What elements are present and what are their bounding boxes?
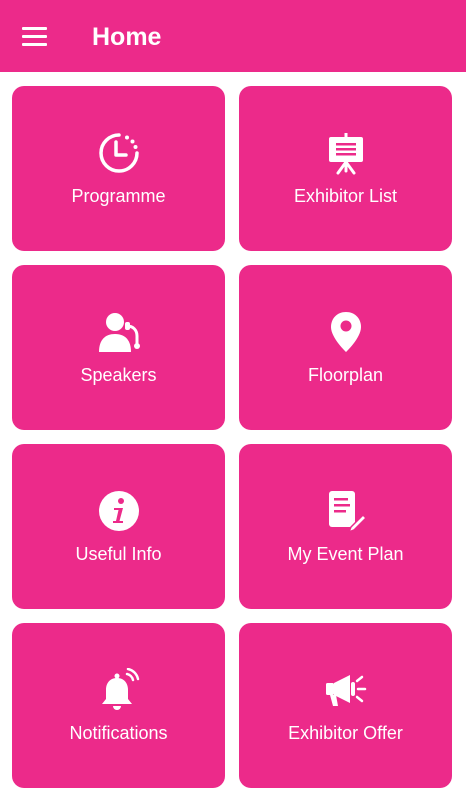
page-title: Home [92,23,162,51]
hamburger-menu-icon[interactable] [18,22,52,50]
bell-icon [97,668,141,712]
tile-useful-info[interactable]: Useful Info [12,444,225,609]
megaphone-icon [324,668,368,712]
clock-icon [97,131,141,175]
app-bar: Home [0,0,466,72]
tile-label: Useful Info [75,544,162,564]
tile-label: Exhibitor Offer [288,723,403,743]
tile-label: Programme [71,186,166,206]
tile-exhibitor-offer[interactable]: Exhibitor Offer [239,623,452,788]
tile-label: Notifications [69,723,168,743]
notepad-pencil-icon [324,489,368,533]
tile-label: Floorplan [307,365,384,385]
tile-label: Exhibitor List [293,186,398,206]
map-pin-icon [324,310,368,354]
tile-label: Speakers [80,365,157,385]
tile-my-event-plan[interactable]: My Event Plan [239,444,452,609]
tile-exhibitor-list[interactable]: Exhibitor List [239,86,452,251]
tile-notifications[interactable]: Notifications [12,623,225,788]
tile-label: My Event Plan [287,544,404,564]
home-menu-grid: Programme Exhibitor List Speakers Floorp… [12,86,453,788]
tile-programme[interactable]: Programme [12,86,225,251]
speaker-person-icon [97,310,141,354]
tile-floorplan[interactable]: Floorplan [239,265,452,430]
info-icon [97,489,141,533]
presentation-board-icon [324,131,368,175]
tile-speakers[interactable]: Speakers [12,265,225,430]
